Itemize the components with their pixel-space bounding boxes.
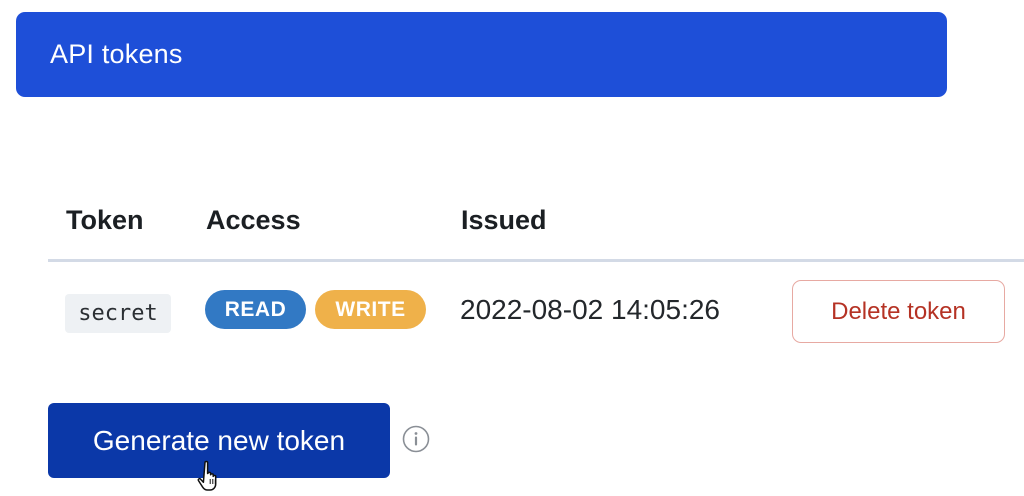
access-badge-read: READ bbox=[205, 290, 306, 329]
page-header: API tokens bbox=[16, 12, 947, 97]
token-name: secret bbox=[65, 294, 171, 333]
hand-pointer-icon bbox=[197, 460, 217, 491]
issued-timestamp: 2022-08-02 14:05:26 bbox=[460, 294, 720, 325]
delete-token-button[interactable]: Delete token bbox=[792, 280, 1005, 343]
column-header-token: Token bbox=[66, 205, 144, 235]
info-icon[interactable] bbox=[402, 425, 430, 453]
access-badge-write: WRITE bbox=[315, 290, 426, 329]
page-title: API tokens bbox=[50, 39, 183, 69]
column-header-issued: Issued bbox=[461, 205, 547, 235]
column-header-access: Access bbox=[206, 205, 301, 235]
api-tokens-page: API tokens Token Access Issued secret RE… bbox=[0, 0, 1024, 496]
table-header-divider bbox=[48, 259, 1024, 262]
